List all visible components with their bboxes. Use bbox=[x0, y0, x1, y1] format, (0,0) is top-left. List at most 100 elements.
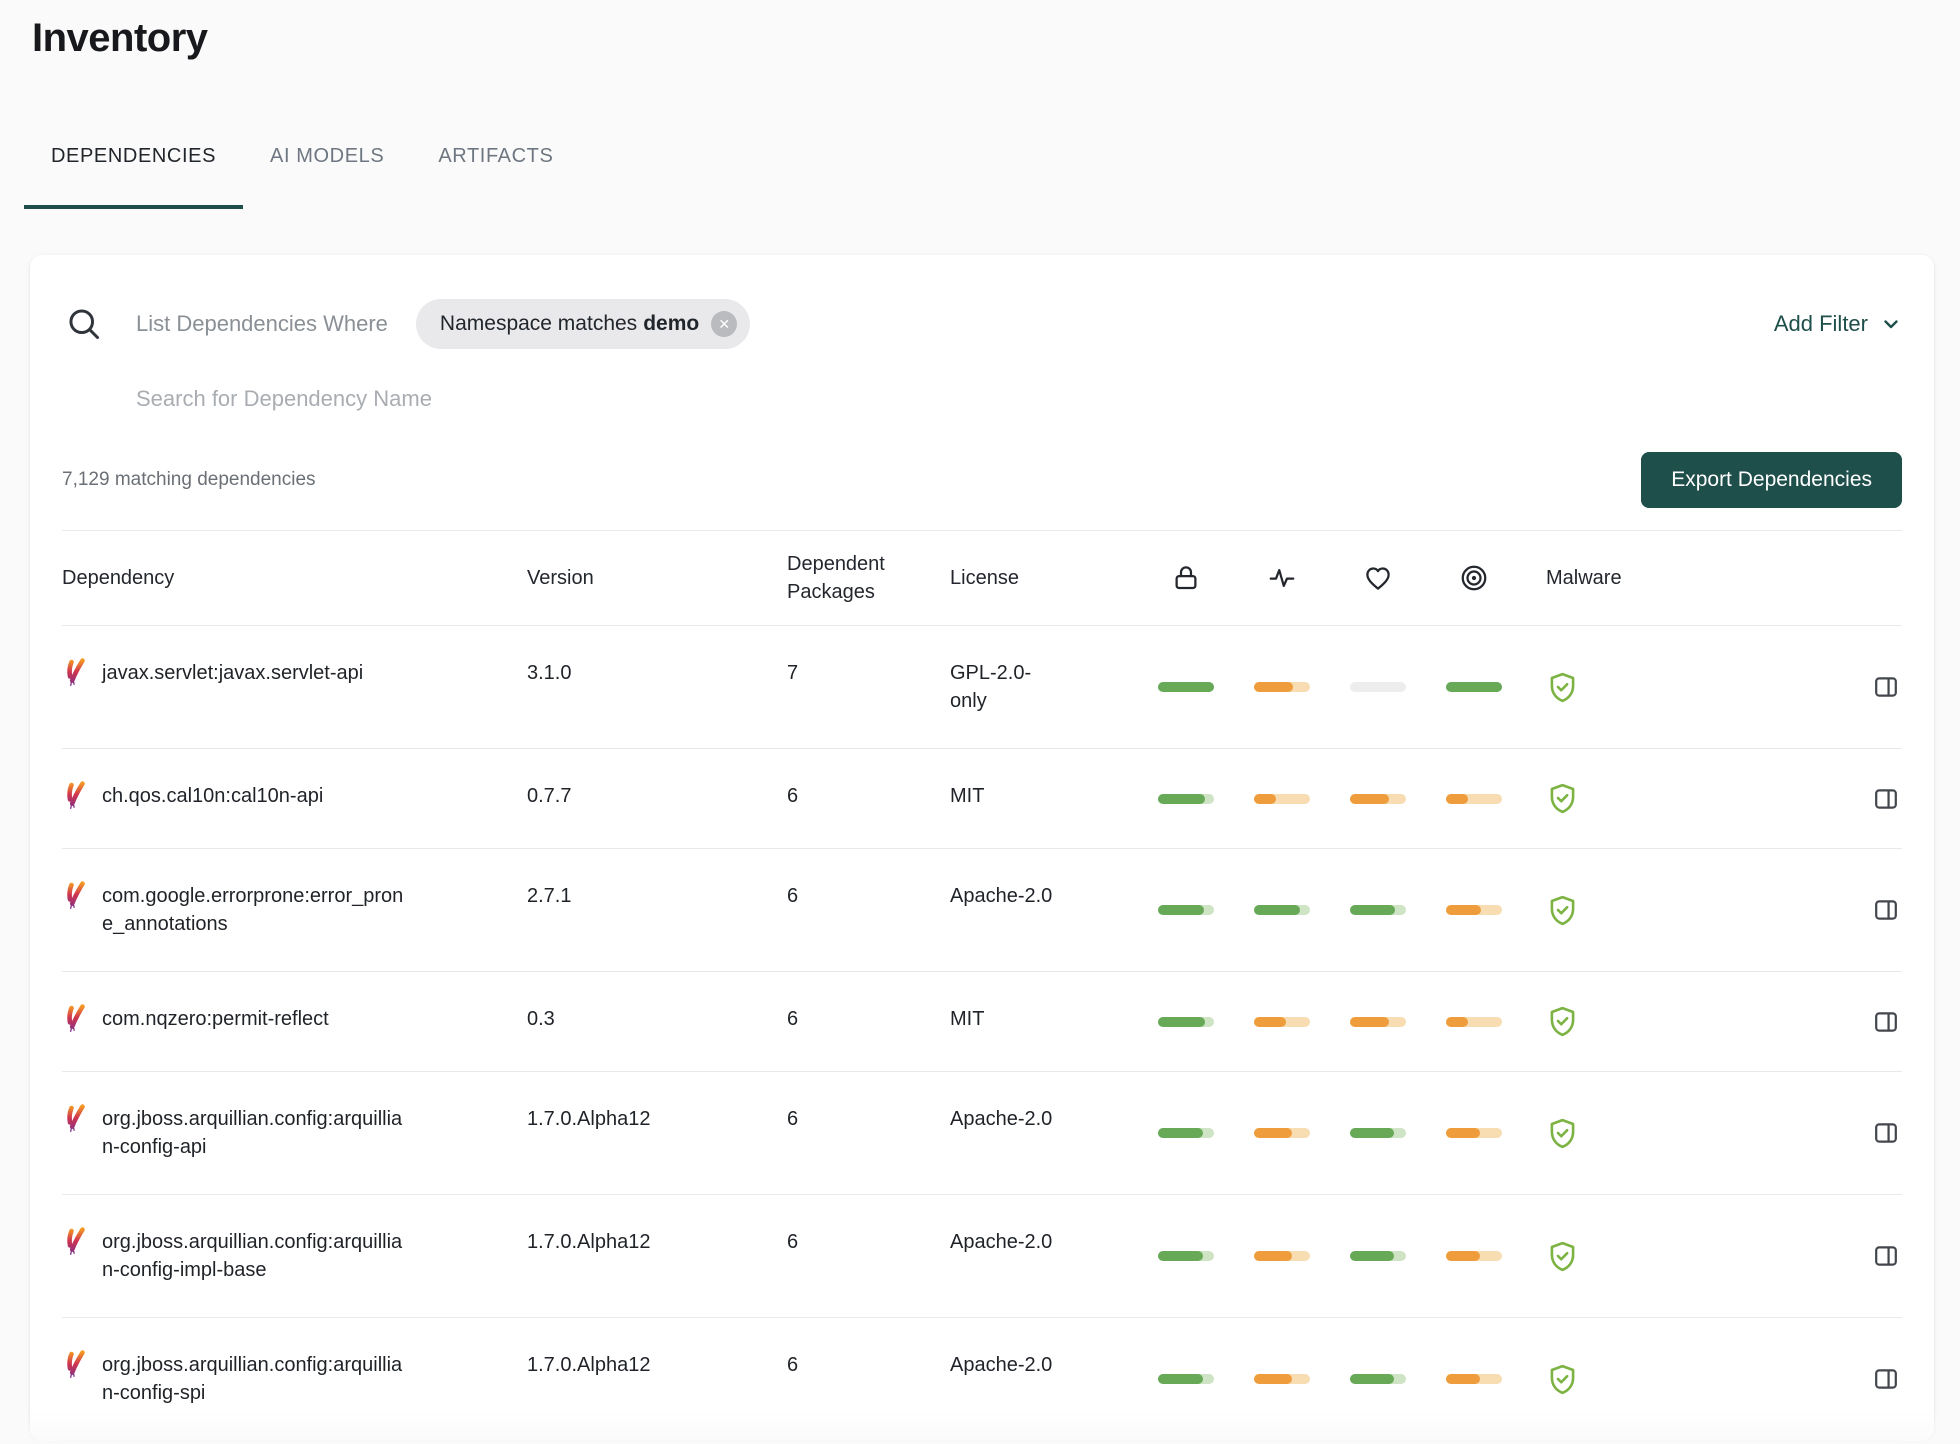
heart-icon bbox=[1350, 563, 1406, 593]
table-header: Dependency Version Dependent Packages Li… bbox=[62, 530, 1902, 626]
malware-clean-shield-icon bbox=[1546, 1005, 1706, 1038]
malware-clean-shield-icon bbox=[1546, 894, 1706, 927]
filter-bar: List Dependencies Where Namespace matche… bbox=[62, 255, 1902, 349]
version-value: 1.7.0.Alpha12 bbox=[527, 1231, 651, 1253]
lock-score-bar bbox=[1158, 682, 1254, 692]
license-value: Apache-2.0 bbox=[950, 1108, 1053, 1130]
maven-package-icon bbox=[62, 1227, 88, 1265]
license-value: Apache-2.0 bbox=[950, 885, 1053, 907]
dependency-name-cell: com.google.errorprone:error_prone_annota… bbox=[62, 881, 527, 938]
maven-package-icon bbox=[62, 658, 88, 696]
version-value: 0.3 bbox=[527, 1008, 555, 1030]
dependent-packages-value: 7 bbox=[787, 662, 799, 684]
license-value: GPL-2.0-only bbox=[950, 662, 1032, 712]
dependent-packages-value: 6 bbox=[787, 1231, 799, 1253]
open-details-panel-button[interactable] bbox=[1872, 1119, 1900, 1147]
table-row[interactable]: org.jboss.arquillian.config:arquillian-c… bbox=[62, 1318, 1902, 1441]
open-details-panel-button[interactable] bbox=[1872, 1242, 1900, 1270]
activity-score-bar bbox=[1254, 682, 1350, 692]
open-details-panel-button[interactable] bbox=[1872, 785, 1900, 813]
table-row[interactable]: com.google.errorprone:error_prone_annota… bbox=[62, 849, 1902, 972]
row-actions bbox=[1706, 1242, 1902, 1270]
dependency-name: ch.qos.cal10n:cal10n-api bbox=[102, 785, 324, 807]
license-value: Apache-2.0 bbox=[950, 1231, 1053, 1253]
filter-chip-field: Namespace matches bbox=[439, 312, 638, 335]
target-icon bbox=[1446, 563, 1502, 593]
malware-clean-shield-icon bbox=[1546, 1363, 1706, 1396]
row-actions bbox=[1706, 1008, 1902, 1036]
heart-score-bar bbox=[1350, 793, 1446, 804]
lock-score-bar bbox=[1158, 905, 1254, 915]
lock-score-bar bbox=[1158, 1016, 1254, 1027]
chip-remove-icon[interactable]: ✕ bbox=[711, 311, 738, 337]
license-value: MIT bbox=[950, 1008, 985, 1030]
dependency-name-cell: org.jboss.arquillian.config:arquillian-c… bbox=[62, 1227, 527, 1284]
version-value: 1.7.0.Alpha12 bbox=[527, 1354, 651, 1376]
heart-score-bar bbox=[1350, 1128, 1446, 1138]
column-header-dependent-packages: Dependent Packages bbox=[787, 553, 885, 603]
dependency-name-cell: javax.servlet:javax.servlet-api bbox=[62, 658, 527, 687]
target-score-bar bbox=[1446, 1251, 1546, 1261]
open-details-panel-button[interactable] bbox=[1872, 1365, 1900, 1393]
maven-package-icon bbox=[62, 881, 88, 919]
lock-score-bar bbox=[1158, 793, 1254, 804]
target-score-bar bbox=[1446, 1374, 1546, 1384]
column-header-license: License bbox=[950, 567, 1019, 589]
export-dependencies-button[interactable]: Export Dependencies bbox=[1641, 452, 1902, 508]
add-filter-button[interactable]: Add Filter bbox=[1774, 311, 1902, 337]
dependent-packages-value: 6 bbox=[787, 1008, 799, 1030]
chevron-down-icon bbox=[1884, 320, 1898, 329]
dependency-name-cell: org.jboss.arquillian.config:arquillian-c… bbox=[62, 1350, 527, 1407]
malware-clean-shield-icon bbox=[1546, 671, 1706, 704]
open-details-panel-button[interactable] bbox=[1872, 1008, 1900, 1036]
filter-query-input[interactable]: List Dependencies Where bbox=[136, 311, 388, 337]
table-row[interactable]: javax.servlet:javax.servlet-api 3.1.0 7 GPL… bbox=[62, 626, 1902, 749]
dependency-name-cell: com.nqzero:permit-reflect bbox=[62, 1004, 527, 1033]
tab-dependencies[interactable]: DEPENDENCIES bbox=[24, 145, 244, 209]
version-value: 3.1.0 bbox=[527, 662, 572, 684]
malware-clean-shield-icon bbox=[1546, 1240, 1706, 1273]
dependency-name-search-input[interactable]: Search for Dependency Name bbox=[136, 386, 432, 411]
activity-score-bar bbox=[1254, 905, 1350, 915]
lock-score-bar bbox=[1158, 1128, 1254, 1138]
tab-ai-models[interactable]: AI MODELS bbox=[243, 145, 411, 209]
activity-icon bbox=[1254, 563, 1310, 593]
license-value: MIT bbox=[950, 785, 985, 807]
dependency-search-row: Search for Dependency Name bbox=[136, 386, 1902, 412]
page-title: Inventory bbox=[32, 16, 208, 60]
lock-score-bar bbox=[1158, 1374, 1254, 1384]
target-score-bar bbox=[1446, 682, 1546, 692]
filter-chip-namespace[interactable]: Namespace matches demo ✕ bbox=[415, 299, 751, 349]
table-row[interactable]: org.jboss.arquillian.config:arquillian-c… bbox=[62, 1195, 1902, 1318]
lock-icon bbox=[1158, 563, 1214, 593]
open-details-panel-button[interactable] bbox=[1872, 896, 1900, 924]
add-filter-label: Add Filter bbox=[1773, 311, 1868, 336]
dependency-name: org.jboss.arquillian.config:arquillian-c… bbox=[102, 1108, 403, 1158]
activity-score-bar bbox=[1254, 1016, 1350, 1027]
heart-score-bar bbox=[1350, 1016, 1446, 1027]
column-header-malware: Malware bbox=[1546, 567, 1622, 589]
search-icon bbox=[69, 309, 99, 339]
results-toolbar: 7,129 matching dependencies Export Depen… bbox=[62, 452, 1902, 530]
dependent-packages-value: 6 bbox=[787, 885, 799, 907]
row-actions bbox=[1706, 1365, 1902, 1393]
table-row[interactable]: com.nqzero:permit-reflect 0.3 6 MIT bbox=[62, 972, 1902, 1072]
target-score-bar bbox=[1446, 905, 1546, 915]
table-row[interactable]: org.jboss.arquillian.config:arquillian-c… bbox=[62, 1072, 1902, 1195]
malware-clean-shield-icon bbox=[1546, 782, 1706, 815]
tab-artifacts[interactable]: ARTIFACTS bbox=[411, 145, 580, 209]
row-actions bbox=[1706, 1119, 1902, 1147]
maven-package-icon bbox=[62, 781, 88, 819]
heart-score-bar bbox=[1350, 1251, 1446, 1261]
inventory-page: Inventory DEPENDENCIES AI MODELS ARTIFAC… bbox=[0, 16, 1960, 1441]
heart-score-bar bbox=[1350, 682, 1446, 692]
open-details-panel-button[interactable] bbox=[1872, 673, 1900, 701]
lock-score-bar bbox=[1158, 1251, 1254, 1261]
column-header-dependency: Dependency bbox=[62, 567, 175, 589]
license-value: Apache-2.0 bbox=[950, 1354, 1053, 1376]
dependency-name: com.google.errorprone:error_prone_annota… bbox=[102, 885, 404, 935]
dependency-name: com.nqzero:permit-reflect bbox=[102, 1008, 329, 1030]
table-row[interactable]: ch.qos.cal10n:cal10n-api 0.7.7 6 MIT bbox=[62, 749, 1902, 849]
version-value: 2.7.1 bbox=[527, 885, 572, 907]
malware-clean-shield-icon bbox=[1546, 1117, 1706, 1150]
